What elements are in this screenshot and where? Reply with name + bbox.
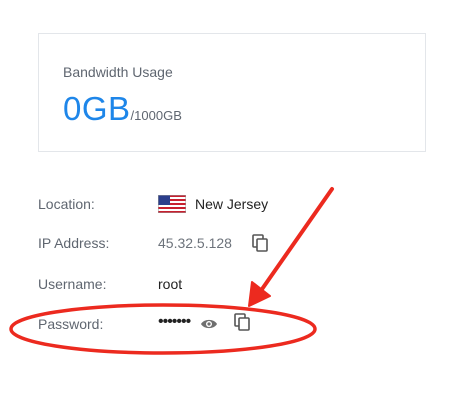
location-row: Location: New Jersey — [38, 195, 298, 216]
location-label: Location: — [38, 196, 95, 212]
ip-address-value: 45.32.5.128 — [158, 235, 232, 251]
location-value: New Jersey — [195, 196, 269, 212]
copy-password-icon[interactable] — [234, 313, 250, 331]
ip-address-label: IP Address: — [38, 235, 110, 251]
password-row: Password: ••••••• — [38, 313, 258, 336]
bandwidth-total-value: /1000GB — [130, 108, 182, 123]
bandwidth-used-value: 0GB — [63, 90, 131, 127]
password-label: Password: — [38, 316, 104, 332]
password-masked-value: ••••••• — [158, 313, 191, 330]
username-row: Username: root — [38, 276, 238, 296]
copy-ip-icon[interactable] — [252, 234, 268, 252]
ip-address-row: IP Address: 45.32.5.128 — [38, 234, 278, 255]
eye-icon[interactable] — [200, 317, 218, 331]
username-value: root — [158, 276, 183, 292]
annotation-arrow-head — [248, 281, 271, 307]
us-flag-icon — [158, 195, 186, 213]
bandwidth-title: Bandwidth Usage — [63, 64, 173, 80]
bandwidth-usage: 0GB/1000GB — [63, 90, 182, 128]
bandwidth-card: Bandwidth Usage 0GB/1000GB — [38, 33, 426, 152]
username-label: Username: — [38, 276, 107, 292]
